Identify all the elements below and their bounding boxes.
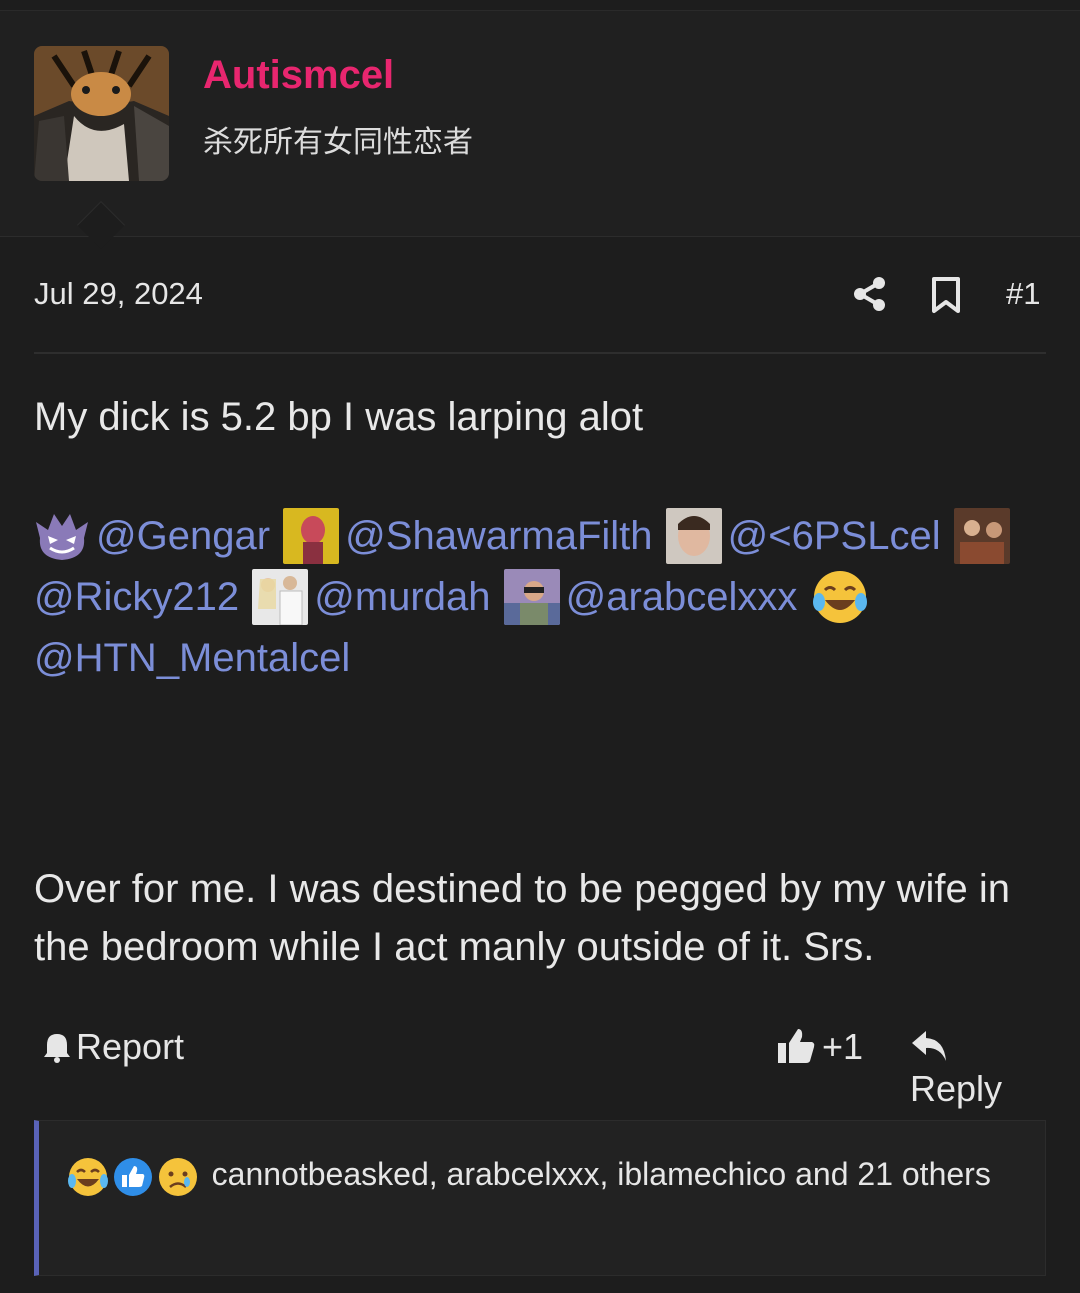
mention-avatar-icon — [283, 508, 340, 565]
mention-link[interactable]: @<6PSLcel — [728, 514, 941, 558]
thumbs-up-icon — [776, 1027, 816, 1065]
mention-avatar-icon — [665, 508, 722, 565]
sad-emoji-icon — [157, 1156, 199, 1198]
user-title: 杀死所有女同性恋者 — [203, 125, 473, 160]
reactions-bar[interactable]: cannotbeasked, arabcelxxx, iblamechico a… — [34, 1120, 1046, 1276]
mention-link[interactable]: @ShawarmaFilth — [345, 514, 652, 558]
share-icon[interactable] — [852, 276, 888, 312]
reply-arrow-icon — [910, 1029, 948, 1063]
post-date[interactable]: Jul 29, 2024 — [34, 276, 203, 312]
like-reaction-icon — [112, 1156, 154, 1198]
post-text-line: My dick is 5.2 bp I was larping alot — [34, 395, 644, 439]
like-button[interactable]: +1 — [776, 1026, 863, 1068]
mention-avatar-icon — [503, 569, 560, 626]
report-button[interactable]: Report — [42, 1026, 184, 1068]
mention-avatar-icon — [953, 508, 1010, 565]
like-count: +1 — [822, 1026, 864, 1067]
mention-link[interactable]: @arabcelxxx — [566, 575, 798, 619]
joy-emoji-icon — [67, 1156, 109, 1198]
post-number[interactable]: #1 — [1006, 276, 1040, 312]
divider — [34, 352, 1046, 354]
user-header: Autismcel 杀死所有女同性恋者 — [0, 10, 1080, 237]
bookmark-icon[interactable] — [930, 276, 962, 314]
mention-avatar-icon — [252, 569, 309, 626]
mention-list: @Gengar @ShawarmaFilth @<6PSLcel @Ricky2… — [34, 505, 1054, 688]
joy-emoji-icon — [811, 568, 869, 626]
bell-icon — [42, 1030, 72, 1063]
post-text-line: Over for me. I was destined to be pegged… — [34, 867, 1011, 969]
mention-link[interactable]: @Ricky212 — [34, 575, 239, 619]
mention-link[interactable]: @murdah — [314, 575, 490, 619]
mention-link[interactable]: @HTN_Mentalcel — [34, 636, 350, 680]
report-label: Report — [76, 1026, 185, 1067]
mention-link[interactable]: @Gengar — [96, 514, 270, 558]
user-avatar[interactable] — [34, 46, 169, 181]
reactions-text[interactable]: cannotbeasked, arabcelxxx, iblamechico a… — [212, 1156, 991, 1192]
gengar-avatar-icon — [34, 508, 90, 564]
reply-button[interactable]: Reply — [910, 1026, 1046, 1110]
reply-label: Reply — [910, 1068, 1003, 1109]
post-actions: Report +1 Reply — [34, 1022, 1046, 1109]
username[interactable]: Autismcel — [203, 53, 394, 98]
